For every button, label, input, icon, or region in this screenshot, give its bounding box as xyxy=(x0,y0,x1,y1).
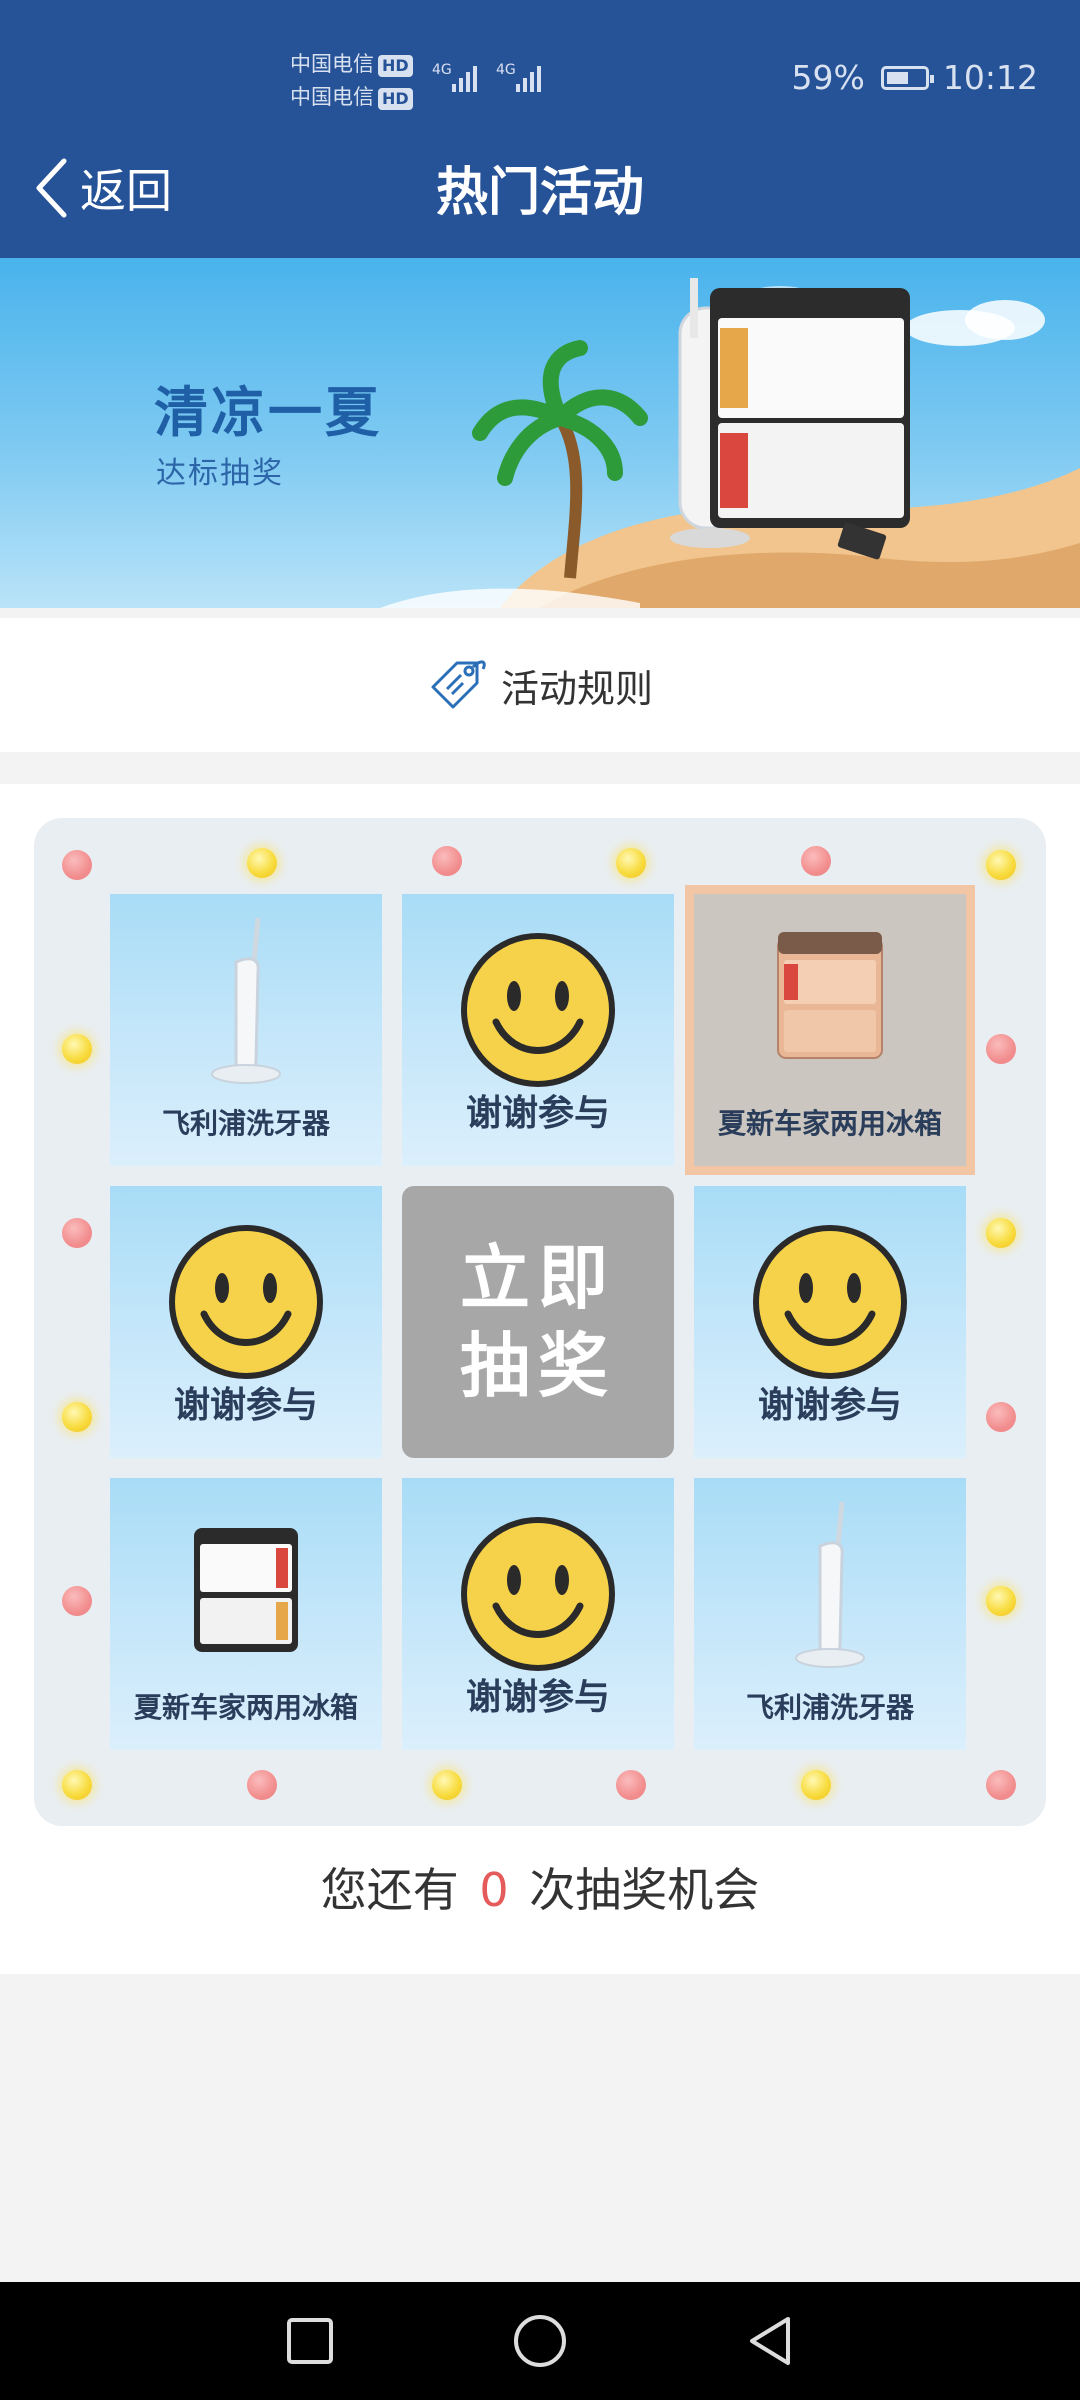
draw-button-line-1: 立即 xyxy=(460,1237,616,1319)
promo-banner[interactable]: 清凉一夏 达标抽奖 xyxy=(0,258,1080,608)
prize-cell-water-flosser[interactable]: 飞利浦洗牙器 xyxy=(694,1478,966,1750)
prize-cell-thanks[interactable]: 谢谢参与 xyxy=(402,1478,674,1750)
svg-text:4G: 4G xyxy=(432,62,452,78)
board-light xyxy=(986,1218,1016,1248)
prize-label: 飞利浦洗牙器 xyxy=(161,1107,330,1140)
activity-rules-label: 活动规则 xyxy=(500,666,653,711)
banner-title: 清凉一夏 xyxy=(154,381,382,444)
battery-fill xyxy=(886,71,909,84)
status-carriers: 中国电信 HD 中国电信 HD xyxy=(290,48,413,114)
prize-label: 夏新车家两用冰箱 xyxy=(717,1107,942,1140)
board-light xyxy=(247,1770,277,1800)
board-light xyxy=(801,1770,831,1800)
board-light xyxy=(62,1402,92,1432)
board-light xyxy=(986,1586,1016,1616)
circle-icon xyxy=(514,2315,566,2367)
header: 中国电信 HD 中国电信 HD 4G 4G 59% 10:12 返回 热门活动 xyxy=(0,0,1080,258)
prize-cell-fridge[interactable]: 夏新车家两用冰箱 xyxy=(110,1478,382,1750)
status-right: 59% 10:12 xyxy=(792,58,1038,97)
activity-rules-link[interactable]: 活动规则 xyxy=(0,618,1080,752)
prize-cell-thanks[interactable]: 谢谢参与 xyxy=(694,1186,966,1458)
lottery-board: 飞利浦洗牙器 谢谢参与 夏新车家两用冰箱 谢谢参与 立即 抽奖 谢谢参与 夏新车… xyxy=(34,818,1046,1826)
fridge-icon xyxy=(777,932,883,1059)
chance-suffix: 次抽奖机会 xyxy=(529,1863,760,1917)
board-light xyxy=(986,1034,1016,1064)
prize-cell-fridge-highlighted[interactable]: 夏新车家两用冰箱 xyxy=(694,894,966,1166)
board-light xyxy=(62,1034,92,1064)
tag-icon xyxy=(431,660,486,709)
chance-prefix: 您还有 xyxy=(320,1863,459,1917)
water-flosser-icon xyxy=(795,1501,865,1668)
board-light xyxy=(62,1770,92,1800)
board-light xyxy=(62,1586,92,1616)
clock: 10:12 xyxy=(942,58,1038,97)
prize-label: 夏新车家两用冰箱 xyxy=(133,1691,358,1724)
board-light xyxy=(616,848,646,878)
battery-percent: 59% xyxy=(791,58,865,97)
smiley-icon xyxy=(169,1225,323,1379)
draw-button[interactable]: 立即 抽奖 xyxy=(402,1186,674,1458)
signal-icon: 4G 4G xyxy=(432,62,541,92)
smiley-icon xyxy=(753,1225,907,1379)
board-light xyxy=(432,1770,462,1800)
triangle-back-icon xyxy=(750,2317,790,2365)
nav-back-button[interactable] xyxy=(710,2282,830,2400)
prize-cell-water-flosser[interactable]: 飞利浦洗牙器 xyxy=(110,894,382,1166)
board-light xyxy=(986,850,1016,880)
carrier-1: 中国电信 xyxy=(290,52,374,76)
water-flosser-icon xyxy=(211,917,281,1084)
battery-icon xyxy=(880,65,934,90)
board-light xyxy=(801,846,831,876)
draw-button-line-2: 抽奖 xyxy=(460,1325,616,1407)
carrier-2: 中国电信 xyxy=(290,85,374,109)
board-light xyxy=(986,1770,1016,1800)
svg-text:4G: 4G xyxy=(496,62,516,78)
board-light xyxy=(986,1402,1016,1432)
square-icon xyxy=(287,2318,333,2364)
hd-badge-1: HD xyxy=(378,55,413,77)
smiley-icon xyxy=(461,1517,615,1671)
fridge-icon xyxy=(194,1528,298,1652)
board-light xyxy=(247,848,277,878)
prize-cell-thanks[interactable]: 谢谢参与 xyxy=(402,894,674,1166)
board-light xyxy=(616,1770,646,1800)
board-light xyxy=(62,1218,92,1248)
home-button[interactable] xyxy=(480,2282,600,2400)
hd-badge-2: HD xyxy=(378,88,413,110)
prize-label: 谢谢参与 xyxy=(465,1677,610,1718)
remaining-chances: 您还有 0 次抽奖机会 xyxy=(0,1854,1080,1920)
prize-cell-thanks[interactable]: 谢谢参与 xyxy=(110,1186,382,1458)
prize-label: 谢谢参与 xyxy=(465,1093,610,1134)
prize-label: 飞利浦洗牙器 xyxy=(745,1691,914,1724)
page-title: 热门活动 xyxy=(435,163,644,223)
recent-apps-button[interactable] xyxy=(250,2282,370,2400)
system-nav-bar xyxy=(0,2282,1080,2400)
smiley-icon xyxy=(461,933,615,1087)
lottery-section: 飞利浦洗牙器 谢谢参与 夏新车家两用冰箱 谢谢参与 立即 抽奖 谢谢参与 夏新车… xyxy=(0,784,1080,1974)
prize-label: 谢谢参与 xyxy=(757,1385,902,1426)
prize-label: 谢谢参与 xyxy=(173,1385,318,1426)
banner-subtitle: 达标抽奖 xyxy=(156,456,284,491)
board-light xyxy=(432,846,462,876)
board-light xyxy=(62,850,92,880)
chance-count: 0 xyxy=(479,1863,509,1917)
